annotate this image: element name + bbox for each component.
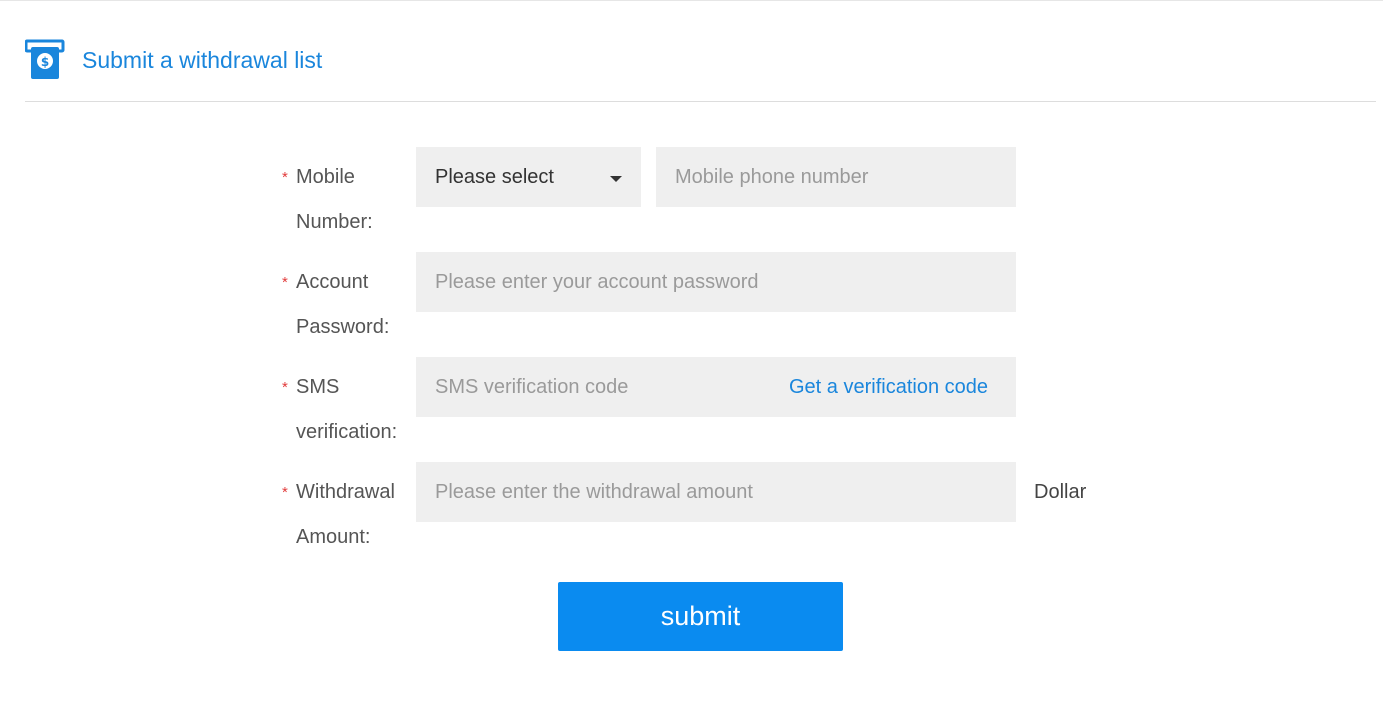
header-divider <box>25 101 1376 102</box>
mobile-number-label: * Mobile Number: <box>282 147 412 233</box>
sms-verification-label: * SMS verification: <box>282 357 412 443</box>
top-divider <box>0 0 1383 1</box>
country-code-value: Please select <box>435 165 554 188</box>
required-mark: * <box>282 379 288 396</box>
page-header: $ Submit a withdrawal list <box>24 38 323 82</box>
withdrawal-amount-label: * Withdrawal Amount: <box>282 462 412 548</box>
caret-down-icon <box>610 176 622 182</box>
account-password-input[interactable] <box>416 252 1016 312</box>
withdrawal-amount-input[interactable] <box>416 462 1016 522</box>
country-code-select[interactable]: Please select <box>416 147 641 207</box>
required-mark: * <box>282 484 288 501</box>
atm-cash-icon: $ <box>24 39 65 81</box>
submit-button[interactable]: submit <box>558 582 843 651</box>
required-mark: * <box>282 169 288 186</box>
currency-unit: Dollar <box>1034 481 1087 503</box>
svg-text:$: $ <box>41 55 49 69</box>
account-password-label: * Account Password: <box>282 252 412 338</box>
page-title: Submit a withdrawal list <box>82 46 323 73</box>
mobile-phone-input[interactable] <box>656 147 1016 207</box>
required-mark: * <box>282 274 288 291</box>
get-verification-code-link[interactable]: Get a verification code <box>789 357 988 417</box>
